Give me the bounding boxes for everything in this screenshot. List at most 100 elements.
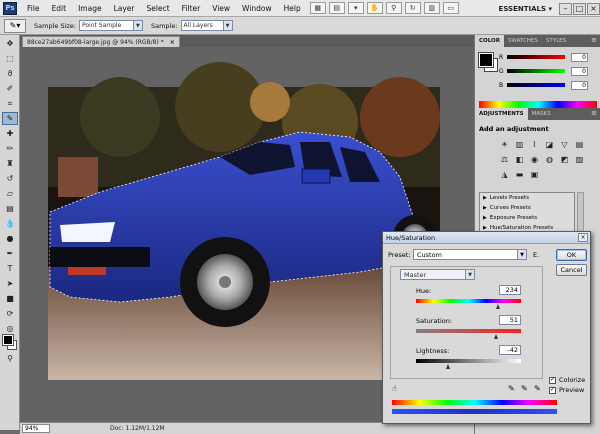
- brightness-contrast-icon[interactable]: ☀: [498, 139, 511, 150]
- threshold-icon[interactable]: ◮: [498, 169, 511, 180]
- sample-select[interactable]: All Layers ▼: [180, 20, 233, 31]
- gradient-tool[interactable]: ▤: [2, 202, 18, 215]
- panel-menu-icon[interactable]: ≡: [591, 36, 597, 44]
- blue-value-field[interactable]: 0: [571, 80, 588, 90]
- clone-stamp-tool[interactable]: ♜: [2, 157, 18, 170]
- rotate-view-button[interactable]: ↻: [404, 2, 421, 14]
- hue-slider-thumb[interactable]: [496, 304, 500, 309]
- black-white-icon[interactable]: ◧: [513, 154, 526, 165]
- menu-file[interactable]: File: [21, 4, 46, 13]
- menu-window[interactable]: Window: [236, 4, 278, 13]
- marquee-tool[interactable]: ⬚: [2, 52, 18, 65]
- dodge-tool[interactable]: ●: [2, 232, 18, 245]
- menu-image[interactable]: Image: [72, 4, 108, 13]
- preview-checkbox[interactable]: ✓: [549, 386, 556, 394]
- document-size-info[interactable]: Doc: 1.12M/1.12M: [110, 425, 165, 432]
- exposure-icon[interactable]: ◪: [543, 139, 556, 150]
- lasso-tool[interactable]: ϑ: [2, 67, 18, 80]
- maximize-button[interactable]: □: [573, 2, 586, 15]
- history-brush-tool[interactable]: ↺: [2, 172, 18, 185]
- preset-options-menu[interactable]: E.: [533, 251, 539, 259]
- color-spectrum-ramp[interactable]: [479, 101, 597, 108]
- invert-icon[interactable]: ◩: [558, 154, 571, 165]
- colorize-checkbox[interactable]: ✓: [549, 376, 556, 384]
- tab-styles[interactable]: STYLES: [542, 35, 570, 47]
- extras-button[interactable]: ▾: [347, 2, 364, 14]
- 3d-orbit-tool[interactable]: ◎: [2, 322, 18, 335]
- ok-button[interactable]: OK: [556, 249, 587, 261]
- lightness-slider-track[interactable]: [416, 359, 521, 363]
- saturation-value-field[interactable]: 51: [499, 315, 521, 325]
- pen-tool[interactable]: ✒: [2, 247, 18, 260]
- menu-select[interactable]: Select: [141, 4, 176, 13]
- close-icon[interactable]: ×: [578, 233, 588, 242]
- workspace-switcher[interactable]: ESSENTIALS ▾: [499, 5, 552, 13]
- minibridge-button[interactable]: ▤: [328, 2, 345, 14]
- preset-select[interactable]: Custom ▼: [413, 249, 527, 260]
- foreground-color-swatch[interactable]: [2, 334, 14, 346]
- list-item[interactable]: ▶ Curves Presets: [480, 203, 574, 213]
- menu-edit[interactable]: Edit: [46, 4, 73, 13]
- crop-tool[interactable]: ⌗: [2, 97, 18, 110]
- quick-select-tool[interactable]: ✐: [2, 82, 18, 95]
- healing-brush-tool[interactable]: ✚: [2, 127, 18, 140]
- targeted-adjustment-hand-icon[interactable]: ☝: [392, 384, 397, 393]
- brush-tool[interactable]: ✏: [2, 142, 18, 155]
- cancel-button[interactable]: Cancel: [556, 264, 587, 276]
- tab-color[interactable]: COLOR: [475, 35, 504, 47]
- eraser-tool[interactable]: ▱: [2, 187, 18, 200]
- list-item[interactable]: ▶ Exposure Presets: [480, 213, 574, 223]
- levels-icon[interactable]: ▥: [513, 139, 526, 150]
- menu-layer[interactable]: Layer: [108, 4, 141, 13]
- gradient-map-icon[interactable]: ▬: [513, 169, 526, 180]
- tab-masks[interactable]: MASKS: [528, 108, 555, 120]
- list-item[interactable]: ▶ Levels Presets: [480, 193, 574, 203]
- zoom-tool-button[interactable]: ⚲: [385, 2, 402, 14]
- foreground-color-swatch[interactable]: [478, 52, 494, 68]
- green-slider[interactable]: [507, 69, 565, 73]
- eyedropper-tool[interactable]: ✎: [2, 112, 18, 125]
- eyedropper-plus-icon[interactable]: ✎: [521, 384, 528, 393]
- color-balance-icon[interactable]: ⚖: [498, 154, 511, 165]
- zoom-level-field[interactable]: 94%: [22, 424, 50, 433]
- channel-select[interactable]: Master ▼: [400, 269, 475, 280]
- red-slider[interactable]: [507, 55, 565, 59]
- move-tool[interactable]: ✥: [2, 37, 18, 50]
- channel-mixer-icon[interactable]: ◍: [543, 154, 556, 165]
- tab-swatches[interactable]: SWATCHES: [504, 35, 542, 47]
- preview-checkbox-row[interactable]: ✓ Preview: [549, 386, 584, 394]
- photo-filter-icon[interactable]: ◉: [528, 154, 541, 165]
- dialog-titlebar[interactable]: Hue/Saturation ×: [383, 232, 590, 244]
- saturation-slider-track[interactable]: [416, 329, 521, 333]
- minimize-button[interactable]: –: [559, 2, 572, 15]
- path-select-tool[interactable]: ➤: [2, 277, 18, 290]
- arrange-documents-button[interactable]: ▥: [423, 2, 440, 14]
- screen-mode-button[interactable]: ▭: [442, 2, 459, 14]
- 3d-rotate-tool[interactable]: ⟳: [2, 307, 18, 320]
- tab-adjustments[interactable]: ADJUSTMENTS: [475, 108, 528, 120]
- menu-filter[interactable]: Filter: [176, 4, 207, 13]
- curves-icon[interactable]: ⌇: [528, 139, 541, 150]
- blur-tool[interactable]: 💧: [2, 217, 18, 230]
- selective-color-icon[interactable]: ▣: [528, 169, 541, 180]
- vibrance-icon[interactable]: ▽: [558, 139, 571, 150]
- blue-slider[interactable]: [507, 83, 565, 87]
- bridge-button[interactable]: ▦: [309, 2, 326, 14]
- document-tab[interactable]: 88ce27ab649bf08-large.jpg @ 94% (RGB/8) …: [22, 36, 180, 47]
- lightness-slider-thumb[interactable]: [446, 364, 450, 369]
- shape-tool[interactable]: ■: [2, 292, 18, 305]
- lightness-value-field[interactable]: -42: [499, 345, 521, 355]
- tool-preset-picker[interactable]: ✎▾: [4, 18, 26, 33]
- hue-value-field[interactable]: 234: [499, 285, 521, 295]
- menu-help[interactable]: Help: [278, 4, 307, 13]
- close-icon[interactable]: ×: [170, 39, 175, 46]
- type-tool[interactable]: T: [2, 262, 18, 275]
- panel-menu-icon[interactable]: ≡: [591, 109, 597, 117]
- eyedropper-minus-icon[interactable]: ✎: [534, 384, 541, 393]
- colorize-checkbox-row[interactable]: ✓ Colorize: [549, 376, 585, 384]
- close-button[interactable]: ×: [587, 2, 600, 15]
- saturation-slider-thumb[interactable]: [494, 334, 498, 339]
- hue-saturation-icon[interactable]: ▤: [573, 139, 586, 150]
- posterize-icon[interactable]: ▨: [573, 154, 586, 165]
- eyedropper-icon[interactable]: ✎: [508, 384, 515, 393]
